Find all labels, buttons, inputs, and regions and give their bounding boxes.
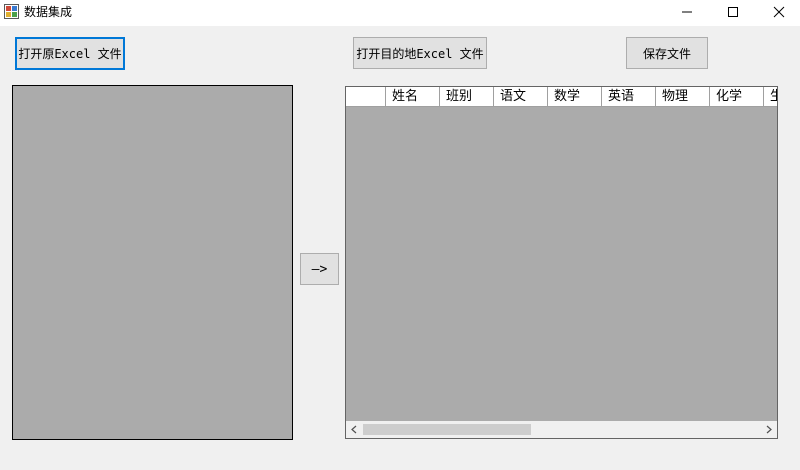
maximize-icon — [728, 7, 738, 17]
save-file-button[interactable]: 保存文件 — [626, 37, 708, 69]
grid-col-chemistry[interactable]: 化学 — [710, 87, 764, 106]
close-button[interactable] — [756, 0, 800, 24]
grid-col-chinese[interactable]: 语文 — [494, 87, 548, 106]
grid-corner-cell[interactable] — [346, 87, 386, 106]
grid-col-math[interactable]: 数学 — [548, 87, 602, 106]
app-icon — [4, 4, 19, 19]
transfer-arrow-button[interactable]: —> — [300, 253, 339, 285]
open-target-excel-button[interactable]: 打开目的地Excel 文件 — [353, 37, 487, 69]
grid-col-physics[interactable]: 物理 — [656, 87, 710, 106]
horizontal-scrollbar[interactable] — [346, 421, 777, 438]
minimize-icon — [682, 11, 692, 13]
maximize-button[interactable] — [710, 0, 756, 24]
minimize-button[interactable] — [664, 0, 710, 24]
window-title: 数据集成 — [24, 5, 73, 19]
grid-col-class[interactable]: 班别 — [440, 87, 494, 106]
source-data-panel[interactable] — [12, 85, 293, 440]
scrollbar-thumb[interactable] — [363, 424, 531, 435]
scroll-right-icon[interactable] — [760, 421, 777, 438]
open-source-excel-button[interactable]: 打开原Excel 文件 — [15, 37, 125, 70]
scroll-left-icon[interactable] — [346, 421, 363, 438]
grid-col-biology[interactable]: 生 — [764, 87, 777, 106]
grid-body — [346, 107, 777, 422]
title-bar: 数据集成 — [0, 0, 800, 26]
close-icon — [773, 6, 785, 18]
grid-header-row: 姓名 班别 语文 数学 英语 物理 化学 生 — [346, 87, 777, 107]
grid-col-english[interactable]: 英语 — [602, 87, 656, 106]
grid-col-name[interactable]: 姓名 — [386, 87, 440, 106]
target-data-grid[interactable]: 姓名 班别 语文 数学 英语 物理 化学 生 — [345, 86, 778, 439]
